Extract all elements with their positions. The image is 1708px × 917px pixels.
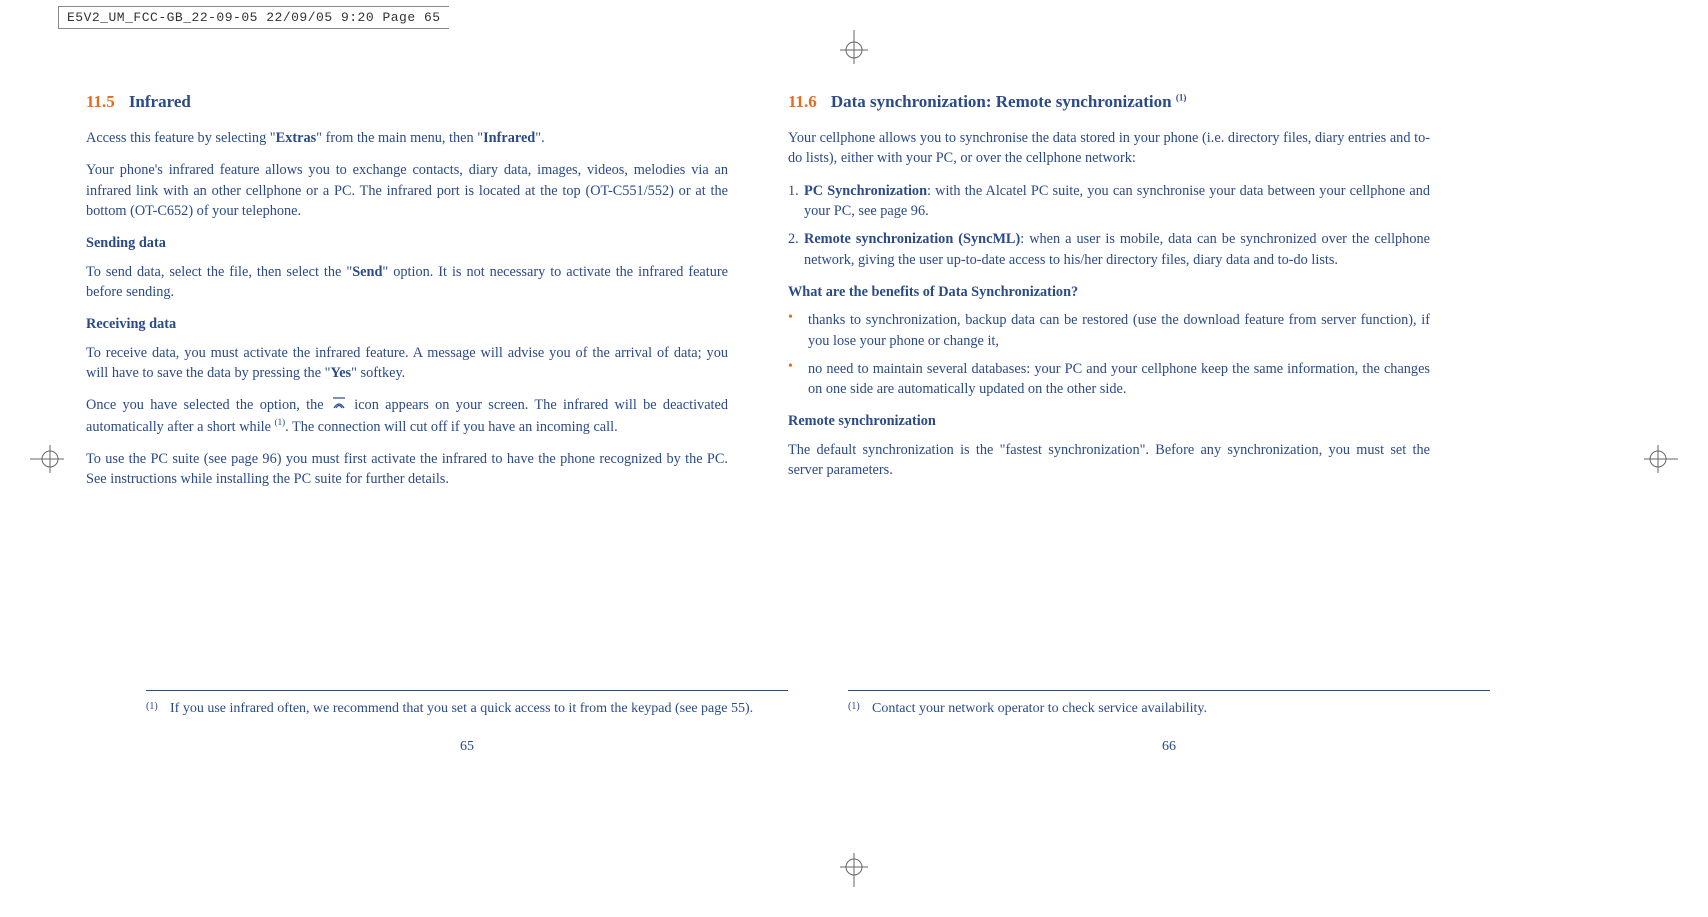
left-page-content: 11.5 Infrared Access this feature by sele… xyxy=(86,90,728,502)
text: no need to maintain several databases: y… xyxy=(808,359,1430,400)
paragraph: To receive data, you must activate the i… xyxy=(86,343,728,384)
section-heading: 11.5 Infrared xyxy=(86,90,728,114)
subheading: What are the benefits of Data Synchroniz… xyxy=(788,282,1430,302)
paragraph: Once you have selected the option, the i… xyxy=(86,395,728,437)
bullet-icon: • xyxy=(788,310,808,351)
crop-mark-left xyxy=(30,439,70,479)
text: " softkey. xyxy=(351,365,405,381)
text-bold: Remote synchronization (SyncML) xyxy=(804,231,1020,247)
footnote-text: If you use infrared often, we recommend … xyxy=(170,701,788,717)
subheading: Sending data xyxy=(86,233,728,253)
footnote-text: Contact your network operator to check s… xyxy=(872,701,1490,717)
text: ". xyxy=(535,130,544,146)
paragraph: To send data, select the file, then sele… xyxy=(86,262,728,303)
text: . The connection will cut off if you hav… xyxy=(285,419,618,435)
crop-mark-top xyxy=(834,30,874,70)
text-bold: Yes xyxy=(330,365,351,381)
footnote: (1) If you use infrared often, we recomm… xyxy=(146,690,788,717)
infrared-icon xyxy=(332,396,346,416)
paragraph: Access this feature by selecting "Extras… xyxy=(86,128,728,148)
section-number: 11.6 xyxy=(788,92,817,111)
subheading: Receiving data xyxy=(86,314,728,334)
page-number: 65 xyxy=(146,739,788,755)
list-number: 1. xyxy=(788,181,804,222)
section-title: Data synchronization: Remote synchroniza… xyxy=(831,92,1176,111)
list-item: 1. PC Synchronization: with the Alcatel … xyxy=(788,181,1430,222)
footnote-ref: (1) xyxy=(1176,92,1187,102)
section-title: Infrared xyxy=(129,92,191,111)
list-number: 2. xyxy=(788,229,804,270)
paragraph: Your phone's infrared feature allows you… xyxy=(86,160,728,221)
paragraph: The default synchronization is the "fast… xyxy=(788,440,1430,481)
text: To receive data, you must activate the i… xyxy=(86,345,728,381)
section-number: 11.5 xyxy=(86,92,115,111)
right-page-content: 11.6 Data synchronization: Remote synchro… xyxy=(788,90,1430,502)
section-heading: 11.6 Data synchronization: Remote synchro… xyxy=(788,90,1430,114)
text-bold: Extras xyxy=(276,130,317,146)
page-area: 11.5 Infrared Access this feature by sele… xyxy=(60,40,1648,877)
crop-mark-bottom xyxy=(834,847,874,887)
text-bold: Infrared xyxy=(483,130,535,146)
text: To send data, select the file, then sele… xyxy=(86,264,352,280)
footnote: (1) Contact your network operator to che… xyxy=(848,690,1490,717)
bullet-icon: • xyxy=(788,359,808,400)
list-item: 2. Remote synchronization (SyncML): when… xyxy=(788,229,1430,270)
footnote-marker: (1) xyxy=(848,701,872,717)
list-item: • thanks to synchronization, backup data… xyxy=(788,310,1430,351)
text-bold: PC Synchronization xyxy=(804,183,927,199)
subheading: Remote synchronization xyxy=(788,411,1430,431)
page-number: 66 xyxy=(848,739,1490,755)
text: Access this feature by selecting " xyxy=(86,130,276,146)
footnote-marker: (1) xyxy=(146,701,170,717)
paragraph: To use the PC suite (see page 96) you mu… xyxy=(86,449,728,490)
footnote-ref: (1) xyxy=(275,417,286,427)
ordered-list: 1. PC Synchronization: with the Alcatel … xyxy=(788,181,1430,270)
text: " from the main menu, then " xyxy=(316,130,483,146)
crop-mark-right xyxy=(1638,439,1678,479)
text-bold: Send xyxy=(352,264,382,280)
text: Once you have selected the option, the xyxy=(86,397,330,413)
text: thanks to synchronization, backup data c… xyxy=(808,310,1430,351)
list-item: • no need to maintain several databases:… xyxy=(788,359,1430,400)
paragraph: Your cellphone allows you to synchronise… xyxy=(788,128,1430,169)
document-header: E5V2_UM_FCC-GB_22-09-05 22/09/05 9:20 Pa… xyxy=(58,6,449,29)
bullet-list: • thanks to synchronization, backup data… xyxy=(788,310,1430,399)
